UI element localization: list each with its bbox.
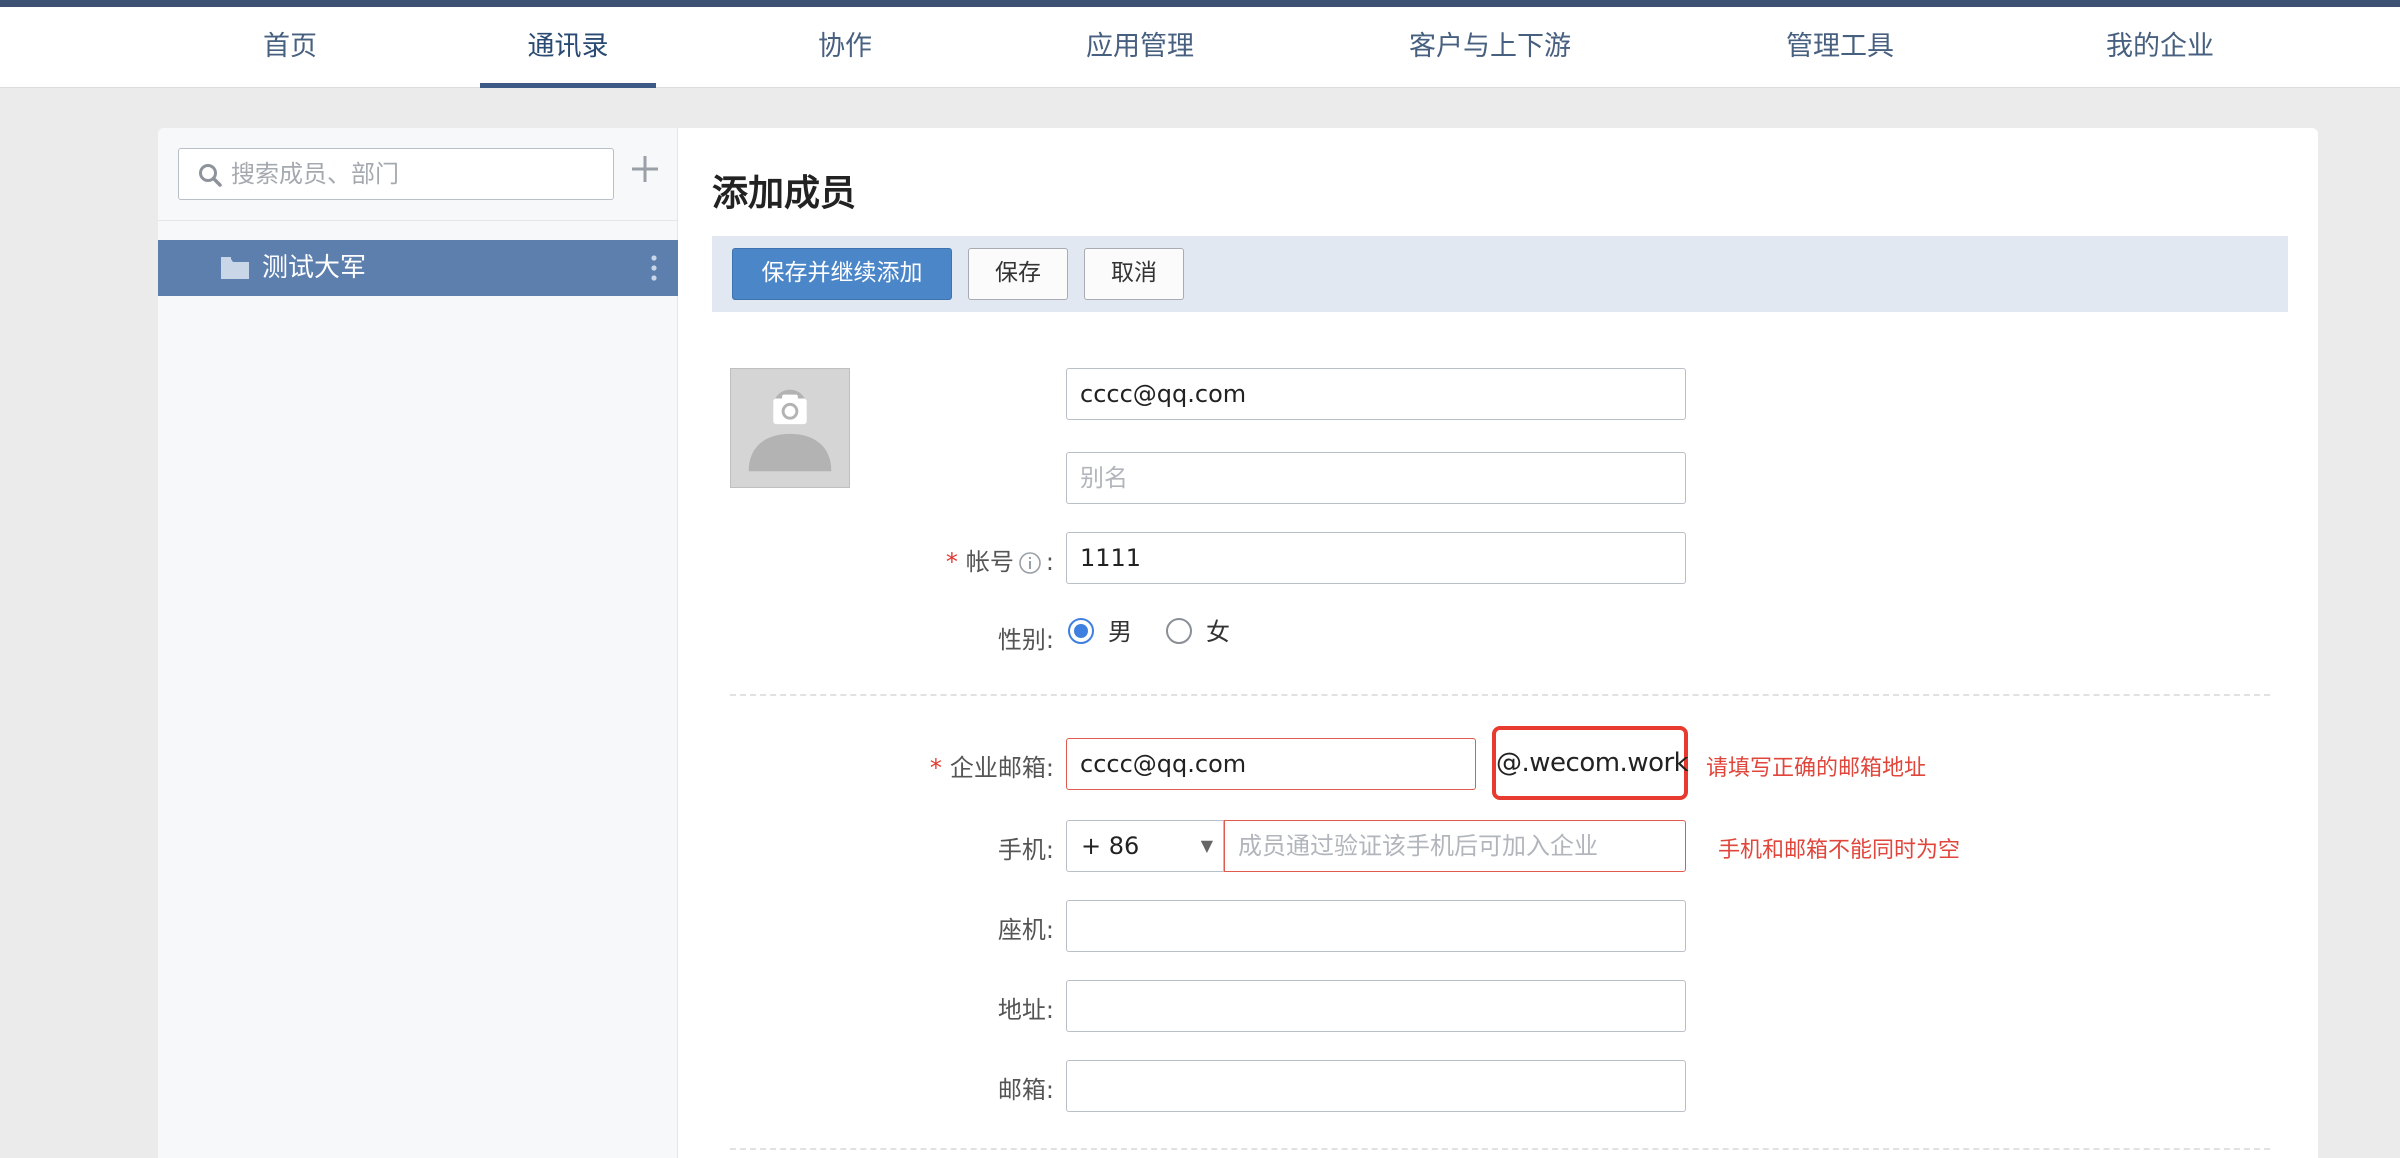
sidebar-divider xyxy=(158,220,678,221)
name-field[interactable] xyxy=(1066,368,1686,420)
required-marker: * xyxy=(929,754,942,782)
nav-item-contacts[interactable]: 通讯录 xyxy=(480,7,656,88)
mobile-label: 手机: xyxy=(997,836,1054,864)
nav-item-label: 管理工具 xyxy=(1786,31,1894,62)
folder-icon xyxy=(221,257,249,279)
landline-field[interactable] xyxy=(1066,900,1686,952)
landline-label: 座机: xyxy=(997,916,1054,944)
more-options-icon[interactable] xyxy=(650,254,658,282)
corp-email-error: 请填写正确的邮箱地址 xyxy=(1706,756,1927,781)
account-label-group: * 帐号: xyxy=(708,542,1054,577)
section-divider xyxy=(730,694,2270,696)
nav-item-customers[interactable]: 客户与上下游 xyxy=(1380,7,1600,88)
country-code-select[interactable]: + 86 ▼ xyxy=(1066,820,1224,872)
address-label: 地址: xyxy=(997,996,1054,1024)
account-label: 帐号 xyxy=(965,548,1014,576)
department-label: 测试大军 xyxy=(262,253,367,283)
nav-item-app-management[interactable]: 应用管理 xyxy=(1060,7,1220,88)
save-and-continue-button[interactable]: 保存并继续添加 xyxy=(732,248,952,300)
nav-item-label: 应用管理 xyxy=(1086,31,1194,62)
nav-active-indicator xyxy=(480,83,656,88)
nav-item-label: 我的企业 xyxy=(2106,31,2214,62)
nav-item-label: 客户与上下游 xyxy=(1409,31,1571,62)
search-icon xyxy=(199,164,222,187)
content-card: 测试大军 添加成员 保存并继续添加 保存 取消 xyxy=(158,128,2318,1158)
label-colon: : xyxy=(1045,548,1054,576)
email-label: 邮箱: xyxy=(997,1076,1054,1104)
main-nav: 首页 通讯录 协作 应用管理 客户与上下游 管理工具 我的企业 xyxy=(0,7,2400,88)
page-title: 添加成员 xyxy=(712,173,857,214)
required-marker: * xyxy=(945,548,958,576)
corp-email-label: 企业邮箱: xyxy=(949,754,1054,782)
avatar-placeholder-icon xyxy=(748,389,832,472)
corp-email-label-group: * 企业邮箱: xyxy=(708,748,1054,783)
address-field[interactable] xyxy=(1066,980,1686,1032)
chevron-down-icon: ▼ xyxy=(1200,836,1213,855)
corp-email-field[interactable] xyxy=(1066,738,1476,790)
sidebar: 测试大军 xyxy=(158,128,678,1158)
alias-field[interactable] xyxy=(1066,452,1686,504)
email-field[interactable] xyxy=(1066,1060,1686,1112)
nav-item-label: 通讯录 xyxy=(527,31,609,62)
nav-item-home[interactable]: 首页 xyxy=(240,7,340,88)
search-box[interactable] xyxy=(178,148,614,200)
mobile-error: 手机和邮箱不能同时为空 xyxy=(1718,838,1961,863)
account-field[interactable] xyxy=(1066,532,1686,584)
save-button[interactable]: 保存 xyxy=(968,248,1068,300)
gender-male-label: 男 xyxy=(1108,618,1132,646)
nav-item-management-tools[interactable]: 管理工具 xyxy=(1760,7,1920,88)
cancel-button[interactable]: 取消 xyxy=(1084,248,1184,300)
add-icon[interactable] xyxy=(628,152,662,186)
gender-male-radio[interactable] xyxy=(1068,618,1094,644)
department-item[interactable]: 测试大军 xyxy=(158,240,678,296)
email-domain-suffix: @.wecom.work xyxy=(1492,726,1689,800)
search-input[interactable] xyxy=(231,157,601,191)
main-panel: 添加成员 保存并继续添加 保存 取消 *帐号: 性别: 男 女 xyxy=(678,128,2318,1158)
gender-label: 性别: xyxy=(997,626,1054,654)
nav-item-collaboration[interactable]: 协作 xyxy=(795,7,895,88)
action-toolbar: 保存并继续添加 保存 取消 xyxy=(712,236,2288,312)
gender-female-radio[interactable] xyxy=(1166,618,1192,644)
mobile-field[interactable] xyxy=(1224,820,1686,872)
top-accent-bar xyxy=(0,0,2400,7)
nav-item-label: 首页 xyxy=(263,31,317,62)
section-divider xyxy=(730,1148,2270,1150)
nav-item-my-enterprise[interactable]: 我的企业 xyxy=(2080,7,2240,88)
avatar-upload[interactable] xyxy=(730,368,850,488)
nav-item-label: 协作 xyxy=(818,31,872,62)
gender-female-label: 女 xyxy=(1206,618,1230,646)
gender-radio-group: 男 女 xyxy=(1068,618,1268,648)
info-icon[interactable] xyxy=(1018,551,1042,575)
country-code-value: + 86 xyxy=(1081,832,1140,860)
